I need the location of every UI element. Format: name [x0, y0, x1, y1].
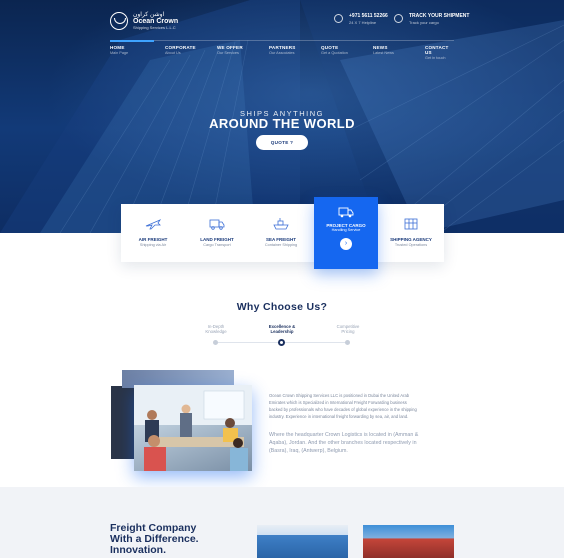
track-shipment-caption: Track your cargo: [409, 20, 439, 25]
service-air-freight[interactable]: AIR FREIGHT Shipping via Air: [121, 204, 185, 262]
nav-sublabel: Get a Quotation: [321, 51, 348, 55]
timeline-dot-active[interactable]: [278, 339, 285, 346]
blue-container-photo[interactable]: [257, 525, 348, 558]
timeline-step-knowledge[interactable]: In-Depth Knowledge: [186, 324, 246, 334]
helpline-caption: 24 X 7 Helpline: [349, 20, 377, 25]
nav-label: HOME: [110, 45, 125, 50]
truck-icon: [209, 219, 225, 230]
service-name: SHIPPING AGENCY: [390, 237, 432, 242]
cargo-truck-icon: [338, 207, 354, 218]
service-name: AIR FREIGHT: [138, 237, 168, 242]
step-label-line2: Pricing: [341, 329, 355, 335]
track-shipment-link[interactable]: TRACK YOUR SHIPMENT Track your cargo: [394, 13, 469, 25]
phone-icon: [334, 14, 343, 23]
tagline-line3: Innovation.: [110, 544, 166, 557]
service-sea-freight[interactable]: SEA FREIGHT Container Shipping: [249, 204, 313, 262]
company-tagline: Freight Company With a Difference. Innov…: [110, 522, 199, 557]
helpline-number: +971 5611 52266: [349, 13, 388, 19]
team-meeting-photo: [134, 385, 252, 471]
nav-sublabel: Latest News: [373, 51, 394, 55]
nav-sublabel: Our Services: [217, 51, 239, 55]
nav-sublabel: Our Associates: [269, 51, 295, 55]
brand-name: اوشن كراون Ocean Crown Shipping Services…: [133, 11, 178, 30]
brand-logo[interactable]: اوشن كراون Ocean Crown Shipping Services…: [110, 11, 178, 30]
about-paragraph-1: Ocean Crown Shipping Services LLC is pos…: [269, 393, 417, 420]
nav-item-news[interactable]: NEWS Latest News: [373, 45, 394, 55]
nav-item-partners[interactable]: PARTNERS Our Associates: [269, 45, 296, 55]
nav-item-we-offer[interactable]: WE OFFER Our Services: [217, 45, 243, 55]
step-label-line2: Leadership: [270, 329, 294, 335]
nav-item-corporate[interactable]: CORPORATE About Us: [165, 45, 196, 55]
service-name: SEA FREIGHT: [265, 237, 297, 242]
nav-sublabel: About Us: [165, 51, 181, 55]
service-project-cargo[interactable]: PROJECT CARGO Handling Service ›: [314, 197, 378, 269]
service-subtitle: Container Shipping: [264, 243, 298, 247]
step-label-line2: Knowledge: [205, 329, 227, 335]
timeline-step-leadership[interactable]: Excellence & Leadership: [252, 324, 312, 334]
arrow-right-icon[interactable]: ›: [340, 238, 352, 250]
tracking-icon: [394, 14, 403, 23]
nav-item-home[interactable]: HOME Main Page: [110, 40, 155, 55]
timeline-dot[interactable]: [345, 340, 350, 345]
brand-name-subtitle: Shipping Services L.L.C: [133, 24, 176, 30]
nav-label: CORPORATE: [165, 45, 196, 50]
nav-label: CONTACT US: [425, 45, 449, 55]
nav-item-quote[interactable]: QUOTE Get a Quotation: [321, 45, 348, 55]
about-paragraph-2: Where the headquarter Crown Logistics is…: [269, 432, 419, 454]
service-subtitle: Shipping via Air: [139, 243, 167, 247]
nav-label: WE OFFER: [217, 45, 243, 50]
nav-item-contact-us[interactable]: CONTACT US Get in touch: [425, 45, 454, 60]
service-shipping-agency[interactable]: SHIPPING AGENCY Trusted Operations: [379, 204, 443, 262]
nav-label: QUOTE: [321, 45, 339, 50]
team-meeting-illustration: [134, 385, 252, 471]
quote-button[interactable]: QUOTE ?: [256, 135, 308, 150]
nav-sublabel: Get in touch: [425, 56, 446, 60]
service-subtitle: Trusted Operations: [394, 243, 428, 247]
why-choose-us-title: Why Choose Us?: [236, 301, 328, 313]
nav-label: PARTNERS: [269, 45, 296, 50]
service-land-freight[interactable]: LAND FREIGHT Cargo Transport: [185, 204, 249, 262]
hero-title: AROUND THE WORLD: [209, 116, 355, 131]
crown-logo-icon: [110, 12, 128, 30]
service-name: LAND FREIGHT: [200, 237, 234, 242]
ship-icon: [273, 218, 289, 230]
nav-label: NEWS: [373, 45, 388, 50]
service-subtitle: Handling Service: [331, 228, 361, 232]
services-bar: AIR FREIGHT Shipping via Air LAND FREIGH…: [121, 197, 444, 269]
timeline-step-pricing[interactable]: Competitive Pricing: [318, 324, 378, 334]
track-shipment-label: TRACK YOUR SHIPMENT: [409, 13, 470, 19]
helpline-info[interactable]: +971 5611 52266 24 X 7 Helpline: [334, 13, 388, 25]
airplane-icon: [145, 219, 161, 230]
timeline-dot[interactable]: [213, 340, 218, 345]
port-crane-photo[interactable]: [363, 525, 454, 558]
agency-icon: [404, 218, 418, 230]
service-subtitle: Cargo Transport: [203, 243, 231, 247]
main-navigation: HOME Main Page CORPORATE About Us WE OFF…: [110, 40, 454, 60]
nav-sublabel: Main Page: [110, 51, 129, 55]
